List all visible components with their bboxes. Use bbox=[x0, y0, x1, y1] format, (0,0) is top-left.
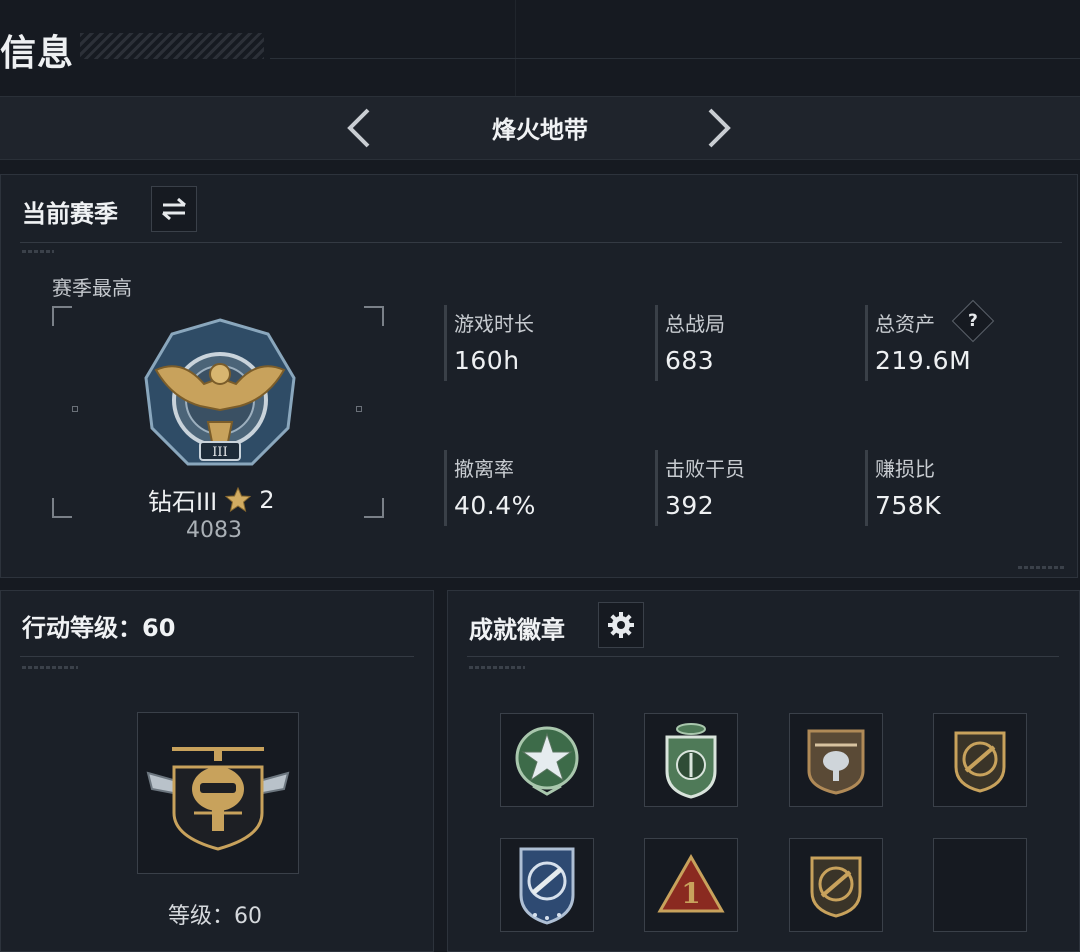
level-header-rule bbox=[20, 656, 414, 657]
achievement-badge-slot-empty[interactable] bbox=[933, 838, 1027, 932]
stat-label-extraction-rate: 撤离率 bbox=[454, 457, 514, 481]
level-emblem-frame bbox=[137, 712, 299, 874]
swap-arrows-icon bbox=[162, 197, 186, 221]
title-hatch-decoration bbox=[80, 33, 264, 59]
stat-label-total-assets: 总资产 bbox=[875, 312, 935, 336]
chevron-right-icon[interactable] bbox=[698, 106, 738, 150]
achievements-header-rule bbox=[467, 656, 1059, 657]
title-divider bbox=[270, 58, 1080, 59]
mode-title: 烽火地带 bbox=[492, 116, 588, 144]
micro-decoration bbox=[22, 250, 54, 253]
frame-corner bbox=[364, 306, 384, 326]
frame-marker bbox=[356, 406, 362, 412]
season-header-rule bbox=[20, 242, 1062, 243]
stat-label-total-matches: 总战局 bbox=[665, 312, 725, 336]
stat-value-extraction-rate: 40.4% bbox=[454, 491, 536, 520]
achievement-badge-slot[interactable]: 1 bbox=[644, 838, 738, 932]
stat-value-total-matches: 683 bbox=[665, 346, 715, 375]
achievement-badge-slot[interactable] bbox=[644, 713, 738, 807]
micro-decoration bbox=[1018, 566, 1066, 569]
stat-divider bbox=[444, 305, 447, 381]
gear-icon bbox=[608, 612, 634, 638]
stat-label-profit-loss: 赚损比 bbox=[875, 457, 935, 481]
achievement-badge-slot[interactable] bbox=[789, 713, 883, 807]
rifle-badge-icon bbox=[810, 856, 862, 918]
red-triangle-badge-icon: 1 bbox=[657, 853, 725, 913]
frame-corner bbox=[52, 306, 72, 326]
blue-shield-badge-icon bbox=[519, 847, 575, 925]
stat-label-playtime: 游戏时长 bbox=[454, 312, 534, 336]
frame-corner bbox=[52, 498, 72, 518]
stat-divider bbox=[865, 450, 868, 526]
helicopter-level-emblem-icon bbox=[146, 747, 290, 851]
help-icon-glyph: ? bbox=[968, 311, 978, 331]
achievements-header: 成就徽章 bbox=[469, 616, 565, 644]
achievement-badge-slot[interactable] bbox=[500, 713, 594, 807]
rank-score: 4083 bbox=[186, 518, 242, 543]
season-best-label: 赛季最高 bbox=[52, 276, 132, 300]
rank-star-count: 2 bbox=[259, 485, 275, 514]
achievement-badge-slot[interactable] bbox=[933, 713, 1027, 807]
diamond-rank-emblem-icon: III bbox=[142, 318, 298, 474]
stat-value-total-assets: 219.6M bbox=[875, 346, 972, 375]
stat-value-operators-defeated: 392 bbox=[665, 491, 715, 520]
stat-divider bbox=[444, 450, 447, 526]
helicopter-badge-icon bbox=[807, 729, 865, 795]
rifle-badge-icon bbox=[954, 731, 1006, 793]
level-header: 行动等级：60 bbox=[22, 614, 176, 642]
stat-divider bbox=[865, 305, 868, 381]
grid-line-decoration bbox=[515, 0, 516, 96]
green-shield-badge-icon bbox=[665, 723, 717, 799]
season-switch-button[interactable] bbox=[151, 186, 197, 232]
svg-text:1: 1 bbox=[681, 877, 700, 910]
rank-title-row: 钻石III 2 bbox=[148, 482, 275, 517]
season-header: 当前赛季 bbox=[22, 200, 118, 228]
level-label: 等级：60 bbox=[168, 904, 262, 929]
page-title: 信息 bbox=[0, 33, 75, 74]
micro-decoration bbox=[469, 666, 525, 669]
chevron-left-icon[interactable] bbox=[340, 106, 380, 150]
star-icon bbox=[225, 486, 252, 512]
svg-text:III: III bbox=[212, 445, 227, 460]
green-star-badge-icon bbox=[515, 726, 579, 796]
stat-value-profit-loss: 758K bbox=[875, 491, 942, 520]
micro-decoration bbox=[22, 666, 78, 669]
achievement-settings-button[interactable] bbox=[598, 602, 644, 648]
achievement-badge-slot[interactable] bbox=[789, 838, 883, 932]
achievement-badge-slot[interactable] bbox=[500, 838, 594, 932]
rank-name: 钻石III bbox=[148, 488, 218, 516]
frame-marker bbox=[72, 406, 78, 412]
stat-label-operators-defeated: 击败干员 bbox=[665, 457, 745, 481]
stat-value-playtime: 160h bbox=[454, 346, 520, 375]
stat-divider bbox=[655, 450, 658, 526]
frame-corner bbox=[364, 498, 384, 518]
stat-divider bbox=[655, 305, 658, 381]
